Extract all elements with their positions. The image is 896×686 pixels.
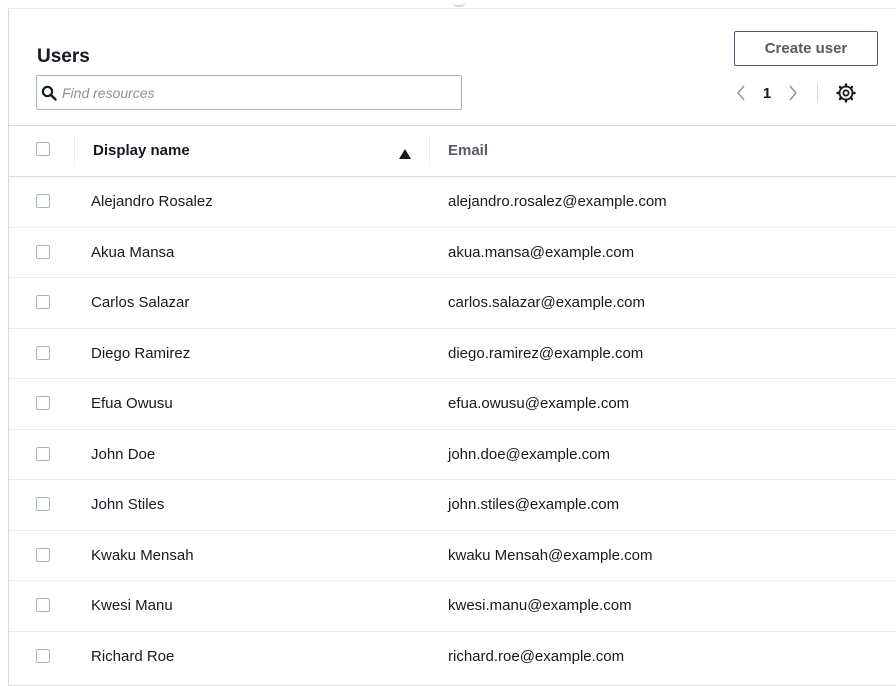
row-checkbox[interactable] <box>36 497 50 511</box>
column-divider[interactable] <box>429 136 430 166</box>
row-checkbox[interactable] <box>36 194 50 208</box>
page-number-button[interactable]: 1 <box>751 85 783 102</box>
row-checkbox[interactable] <box>36 547 50 562</box>
cell-display-name: Carlos Salazar <box>91 294 190 311</box>
row-checkbox[interactable] <box>36 244 50 259</box>
row-checkbox[interactable] <box>36 598 50 612</box>
cell-email: richard.roe@example.com <box>448 647 625 665</box>
pagination: 1 <box>731 81 858 105</box>
cell-email: kwaku Mensah@example.com <box>448 546 653 564</box>
table-row[interactable]: Diego Ramirez diego.ramirez@example.com <box>9 329 896 379</box>
search-input[interactable] <box>62 78 461 107</box>
chevron-right-icon[interactable] <box>783 81 803 105</box>
table-row[interactable]: Alejandro Rosalez alejandro.rosalez@exam… <box>9 177 896 228</box>
cell-display-name: Efua Owusu <box>91 395 173 412</box>
cell-display-name: Kwaku Mensah <box>91 546 194 564</box>
column-header-email[interactable]: Email <box>448 142 488 159</box>
table-header-row: Display name Email <box>9 125 896 177</box>
table-row[interactable]: Kwesi Manu kwesi.manu@example.com <box>9 581 896 632</box>
table-row[interactable]: John Doe john.doe@example.com <box>9 430 896 480</box>
cell-email: kwesi.manu@example.com <box>448 597 632 614</box>
cell-email: john.stiles@example.com <box>448 496 620 513</box>
column-divider <box>74 136 75 166</box>
settings-gear-icon[interactable] <box>834 81 858 105</box>
table-row[interactable]: Richard Roe richard.roe@example.com <box>9 632 896 683</box>
row-checkbox[interactable] <box>36 446 50 461</box>
table-body: Alejandro Rosalez alejandro.rosalez@exam… <box>9 177 896 682</box>
table-row[interactable]: Akua Mansa akua.mansa@example.com <box>9 228 896 278</box>
pagination-divider <box>817 83 818 103</box>
create-user-button[interactable]: Create user <box>734 31 878 66</box>
table-row[interactable]: Efua Owusu efua.owusu@example.com <box>9 379 896 430</box>
search-icon <box>41 84 59 102</box>
cell-email: alejandro.rosalez@example.com <box>448 193 667 210</box>
table-row[interactable]: Carlos Salazar carlos.salazar@example.co… <box>9 278 896 329</box>
cell-email: akua.mansa@example.com <box>448 243 635 261</box>
cell-email: diego.ramirez@example.com <box>448 344 644 362</box>
search-box[interactable] <box>36 75 462 110</box>
row-checkbox[interactable] <box>36 648 50 663</box>
users-table-container: Users Create user 1 <box>8 8 896 686</box>
row-checkbox[interactable] <box>36 295 50 309</box>
table-row[interactable]: Kwaku Mensah kwaku Mensah@example.com <box>9 531 896 581</box>
column-header-display-name[interactable]: Display name <box>93 142 190 159</box>
table-row[interactable]: John Stiles john.stiles@example.com <box>9 480 896 531</box>
chevron-left-icon[interactable] <box>731 81 751 105</box>
row-checkbox[interactable] <box>36 396 50 410</box>
page-title: Users <box>37 46 90 67</box>
select-all-checkbox[interactable] <box>36 142 50 156</box>
cell-email: john.doe@example.com <box>448 445 610 463</box>
cell-display-name: John Doe <box>91 445 156 463</box>
cell-display-name: Akua Mansa <box>91 243 175 261</box>
cell-email: efua.owusu@example.com <box>448 395 630 412</box>
cell-display-name: Kwesi Manu <box>91 597 173 614</box>
row-checkbox[interactable] <box>36 345 50 360</box>
top-edge-mark <box>452 2 466 7</box>
cell-display-name: John Stiles <box>91 496 165 513</box>
cell-display-name: Diego Ramirez <box>91 344 191 362</box>
sort-ascending-icon[interactable] <box>399 146 411 159</box>
cell-display-name: Alejandro Rosalez <box>91 193 213 210</box>
cell-display-name: Richard Roe <box>91 647 175 665</box>
cell-email: carlos.salazar@example.com <box>448 294 645 311</box>
users-table: Display name Email Alejandro Rosalez ale… <box>9 125 896 682</box>
